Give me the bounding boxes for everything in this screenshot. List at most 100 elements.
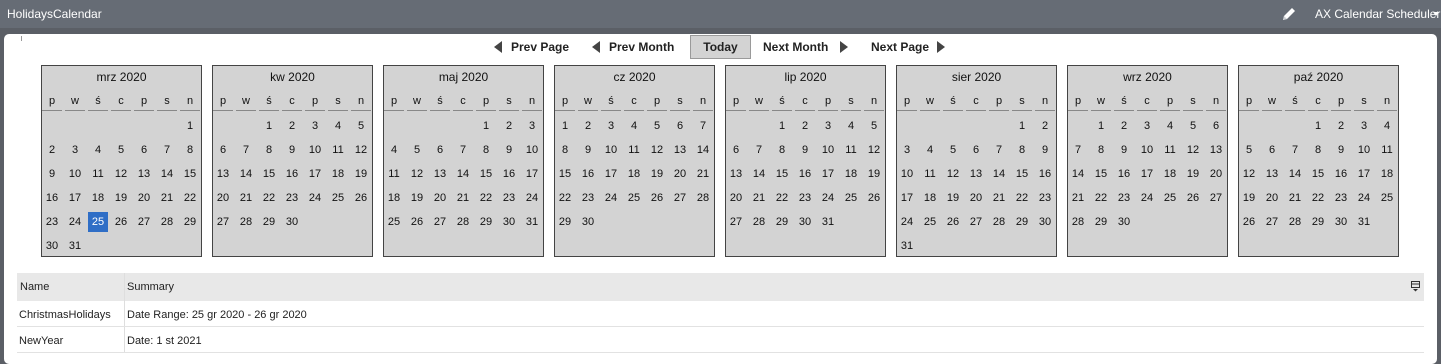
calendar-day[interactable]: 5 <box>1239 140 1259 160</box>
calendar-day[interactable]: 3 <box>65 140 85 160</box>
calendar-day[interactable]: 13 <box>213 164 233 184</box>
table-options-icon[interactable] <box>1411 281 1420 292</box>
calendar-day[interactable]: 23 <box>1114 188 1134 208</box>
calendar-day[interactable]: 12 <box>351 140 371 160</box>
calendar-day[interactable]: 9 <box>1331 140 1351 160</box>
calendar-day[interactable]: 6 <box>213 140 233 160</box>
calendar-day[interactable]: 31 <box>1354 212 1374 232</box>
calendar-day[interactable]: 12 <box>943 164 963 184</box>
calendar-day[interactable]: 31 <box>897 236 917 256</box>
calendar-day[interactable]: 25 <box>328 188 348 208</box>
today-button[interactable]: Today <box>690 35 751 59</box>
calendar-day-selected[interactable]: 25 <box>88 212 108 232</box>
calendar-day[interactable]: 19 <box>943 188 963 208</box>
calendar-day[interactable]: 4 <box>920 140 940 160</box>
calendar-day[interactable]: 29 <box>772 212 792 232</box>
calendar-day[interactable]: 12 <box>1239 164 1259 184</box>
calendar-day[interactable]: 29 <box>555 212 575 232</box>
column-header-name[interactable]: Name <box>20 281 49 293</box>
calendar-day[interactable]: 12 <box>864 140 884 160</box>
calendar-day[interactable]: 28 <box>1068 212 1088 232</box>
calendar-day[interactable]: 14 <box>989 164 1009 184</box>
calendar-day[interactable]: 4 <box>88 140 108 160</box>
calendar-day[interactable]: 30 <box>578 212 598 232</box>
calendar-day[interactable]: 30 <box>42 236 62 256</box>
calendar-day[interactable]: 20 <box>726 188 746 208</box>
calendar-day[interactable]: 5 <box>407 140 427 160</box>
calendar-day[interactable]: 19 <box>407 188 427 208</box>
calendar-day[interactable]: 1 <box>180 116 200 136</box>
calendar-day[interactable]: 10 <box>65 164 85 184</box>
calendar-day[interactable]: 22 <box>1308 188 1328 208</box>
calendar-day[interactable]: 14 <box>1285 164 1305 184</box>
calendar-day[interactable]: 29 <box>1308 212 1328 232</box>
calendar-day[interactable]: 15 <box>1091 164 1111 184</box>
calendar-day[interactable]: 26 <box>864 188 884 208</box>
calendar-day[interactable]: 16 <box>499 164 519 184</box>
calendar-day[interactable]: 29 <box>259 212 279 232</box>
calendar-day[interactable]: 19 <box>647 164 667 184</box>
calendar-day[interactable]: 1 <box>1012 116 1032 136</box>
calendar-day[interactable]: 20 <box>1206 164 1226 184</box>
calendar-day[interactable]: 15 <box>476 164 496 184</box>
calendar-day[interactable]: 1 <box>476 116 496 136</box>
calendar-day[interactable]: 12 <box>407 164 427 184</box>
calendar-day[interactable]: 11 <box>1160 140 1180 160</box>
calendar-day[interactable]: 17 <box>897 188 917 208</box>
calendar-day[interactable]: 5 <box>111 140 131 160</box>
calendar-day[interactable]: 21 <box>1068 188 1088 208</box>
chevron-down-icon[interactable] <box>1433 12 1439 16</box>
calendar-day[interactable]: 5 <box>351 116 371 136</box>
calendar-day[interactable]: 12 <box>1183 140 1203 160</box>
calendar-day[interactable]: 18 <box>920 188 940 208</box>
calendar-day[interactable]: 12 <box>647 140 667 160</box>
calendar-day[interactable]: 10 <box>1137 140 1157 160</box>
calendar-day[interactable]: 7 <box>236 140 256 160</box>
calendar-day[interactable]: 17 <box>818 164 838 184</box>
calendar-day[interactable]: 11 <box>88 164 108 184</box>
calendar-day[interactable]: 28 <box>453 212 473 232</box>
calendar-day[interactable]: 7 <box>453 140 473 160</box>
calendar-day[interactable]: 21 <box>236 188 256 208</box>
calendar-day[interactable]: 13 <box>966 164 986 184</box>
calendar-day[interactable]: 5 <box>1183 116 1203 136</box>
calendar-day[interactable]: 11 <box>624 140 644 160</box>
next-month-button[interactable]: Next Month <box>763 36 853 58</box>
calendar-day[interactable]: 1 <box>1091 116 1111 136</box>
calendar-day[interactable]: 20 <box>670 164 690 184</box>
calendar-day[interactable]: 24 <box>522 188 542 208</box>
calendar-day[interactable]: 20 <box>134 188 154 208</box>
calendar-day[interactable]: 15 <box>1012 164 1032 184</box>
calendar-day[interactable]: 22 <box>1091 188 1111 208</box>
calendar-day[interactable]: 19 <box>1183 164 1203 184</box>
calendar-day[interactable]: 8 <box>555 140 575 160</box>
calendar-day[interactable]: 24 <box>65 212 85 232</box>
calendar-day[interactable]: 15 <box>772 164 792 184</box>
calendar-day[interactable]: 2 <box>282 116 302 136</box>
calendar-day[interactable]: 5 <box>647 116 667 136</box>
calendar-day[interactable]: 11 <box>328 140 348 160</box>
pencil-icon[interactable] <box>1280 5 1298 23</box>
calendar-day[interactable]: 12 <box>111 164 131 184</box>
calendar-day[interactable]: 4 <box>328 116 348 136</box>
calendar-day[interactable]: 13 <box>430 164 450 184</box>
calendar-day[interactable]: 3 <box>897 140 917 160</box>
calendar-day[interactable]: 13 <box>726 164 746 184</box>
calendar-day[interactable]: 14 <box>453 164 473 184</box>
calendar-day[interactable]: 2 <box>1331 116 1351 136</box>
calendar-day[interactable]: 25 <box>1160 188 1180 208</box>
calendar-day[interactable]: 21 <box>157 188 177 208</box>
calendar-day[interactable]: 9 <box>1035 140 1055 160</box>
calendar-day[interactable]: 18 <box>841 164 861 184</box>
calendar-day[interactable]: 25 <box>841 188 861 208</box>
table-row[interactable]: ChristmasHolidays Date Range: 25 gr 2020… <box>17 301 1424 327</box>
table-row[interactable]: NewYear Date: 1 st 2021 <box>17 327 1424 353</box>
calendar-day[interactable]: 23 <box>578 188 598 208</box>
calendar-day[interactable]: 3 <box>305 116 325 136</box>
calendar-day[interactable]: 17 <box>522 164 542 184</box>
calendar-day[interactable]: 22 <box>555 188 575 208</box>
calendar-day[interactable]: 18 <box>1377 164 1397 184</box>
calendar-day[interactable]: 24 <box>601 188 621 208</box>
calendar-day[interactable]: 20 <box>430 188 450 208</box>
calendar-day[interactable]: 25 <box>920 212 940 232</box>
